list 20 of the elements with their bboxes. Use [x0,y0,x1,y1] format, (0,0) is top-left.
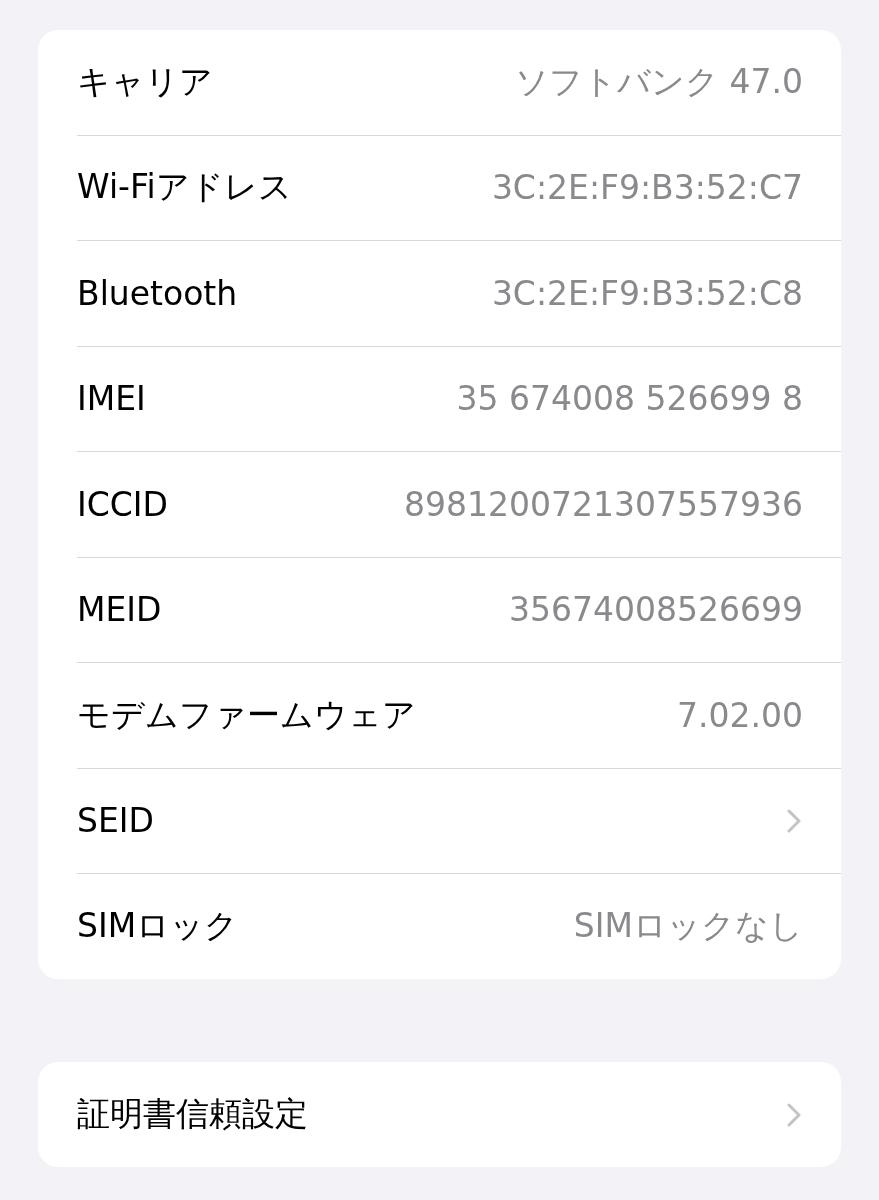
row-label: Bluetooth [77,273,238,313]
row-label: モデムファームウェア [77,693,416,736]
settings-row[interactable]: SEID [77,768,841,874]
row-value: 35674008526699 [509,590,803,630]
row-label: ICCID [77,484,168,524]
row-label: IMEI [77,379,146,419]
row-value: 7.02.00 [677,695,803,735]
row-value: SIMロックなし [573,905,803,947]
row-value: 3C:2E:F9:B3:52:C7 [491,168,803,208]
row-label: SIMロック [77,905,239,947]
chevron-icon [787,808,801,833]
row-label: キャリア [77,60,213,103]
row-value: 3C:2E:F9:B3:52:C8 [491,273,803,313]
settings-row[interactable]: 証明書信頼設定 [77,1062,841,1167]
row-label: Wi-Fiアドレス [77,166,292,209]
row-label: MEID [77,590,162,630]
row-value: ソフトバンク 47.0 [515,60,803,103]
chevron-icon [787,1102,801,1127]
row-value: 8981200721307557936 [404,484,803,524]
row-value: 35 674008 526699 8 [456,379,803,419]
